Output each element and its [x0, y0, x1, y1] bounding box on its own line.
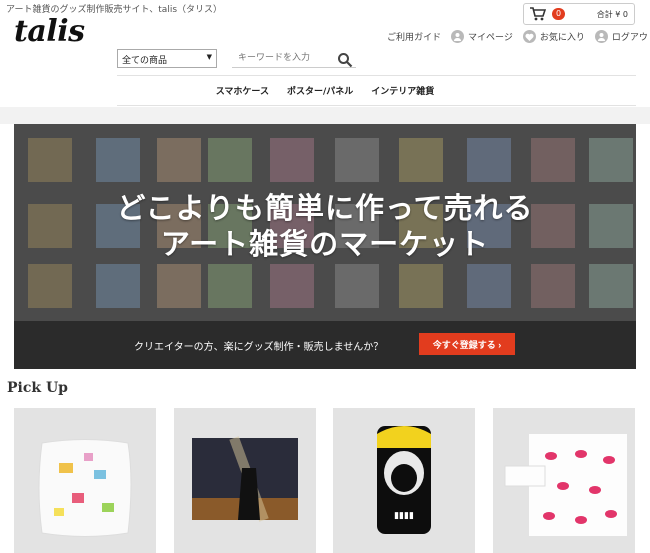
logout-link[interactable]: ログアウト	[594, 30, 650, 43]
mypage-link[interactable]: マイページ	[451, 30, 513, 43]
heart-icon	[522, 30, 536, 43]
favorites-link[interactable]: お気に入り	[522, 30, 585, 43]
category-smartphone-case[interactable]: スマホケース	[216, 84, 269, 97]
mypage-label: マイページ	[468, 33, 513, 43]
cart-button[interactable]: 0 合計 ¥ 0	[523, 3, 635, 25]
poster-image	[192, 436, 298, 522]
category-nav: スマホケース ポスター/パネル インテリア雑貨	[0, 84, 650, 97]
cart-icon	[530, 7, 546, 21]
category-interior[interactable]: インテリア雑貨	[371, 84, 434, 97]
guide-link[interactable]: ご利用ガイド	[387, 30, 441, 43]
creator-cta-text: クリエイターの方、楽にグッズ制作・販売しませんか？	[134, 342, 384, 353]
category-poster-panel[interactable]: ポスター/パネル	[287, 84, 353, 97]
hero-banner: どこよりも簡単に作って売れる アート雑貨のマーケット クリエイターの方、楽にグッ…	[14, 124, 636, 369]
favorites-label: お気に入り	[539, 33, 585, 43]
pickup-card-poster[interactable]	[174, 408, 316, 553]
user-icon	[451, 30, 465, 43]
logout-label: ログアウト	[611, 33, 650, 43]
svg-text:▮▮▮▮: ▮▮▮▮	[394, 511, 414, 521]
cart-total: 合計 ¥ 0	[596, 9, 628, 19]
pickup-card-phone-case[interactable]: ▮▮▮▮	[333, 408, 475, 553]
register-button[interactable]: 今すぐ登録する ›	[419, 333, 515, 355]
phone-case-image: ▮▮▮▮	[377, 426, 431, 534]
search-icon[interactable]	[337, 52, 353, 68]
hero-title-line1: どこよりも簡単に作って売れる	[116, 191, 534, 225]
cushion-image	[38, 439, 132, 537]
logout-icon	[594, 30, 608, 43]
cart-count-badge: 0	[552, 8, 566, 20]
hero-title: どこよりも簡単に作って売れる アート雑貨のマーケット	[14, 190, 636, 262]
pickup-heading: Pick Up	[7, 380, 68, 396]
hero-title-line2: アート雑貨のマーケット	[160, 227, 490, 261]
pickup-card-cushion[interactable]	[14, 408, 156, 553]
category-select[interactable]: 全ての商品 ▼	[117, 49, 217, 68]
nav-divider	[117, 105, 636, 106]
creator-cta-bar: クリエイターの方、楽にグッズ制作・販売しませんか？ 今すぐ登録する ›	[14, 321, 636, 369]
pickup-card-notebook-case[interactable]	[493, 408, 635, 553]
account-nav: ご利用ガイド マイページ お気に入り ログアウト	[387, 30, 650, 43]
notebook-case-image	[504, 434, 627, 536]
guide-label: ご利用ガイド	[387, 33, 442, 43]
category-select-value: 全ての商品	[122, 56, 168, 66]
dropdown-arrow-icon: ▼	[206, 53, 212, 61]
logo[interactable]: talis	[14, 14, 85, 49]
gray-band	[0, 107, 650, 124]
header-divider	[117, 75, 636, 76]
